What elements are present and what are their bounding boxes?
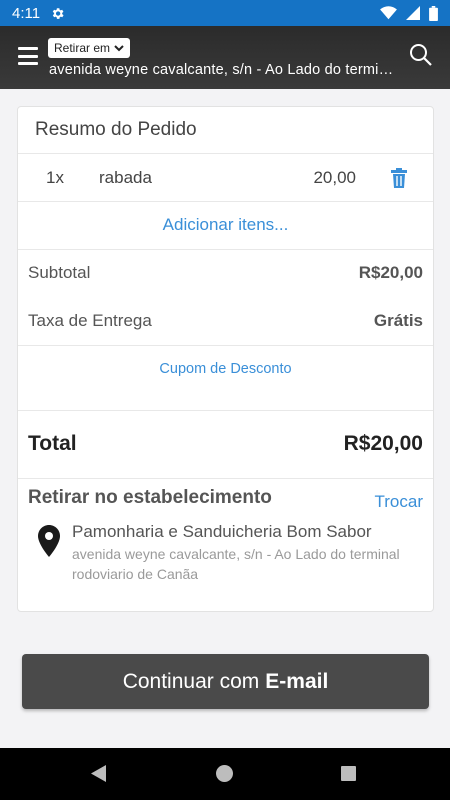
divider <box>18 345 433 346</box>
divider <box>18 410 433 411</box>
store-address: avenida weyne cavalcante, s/n - Ao Lado … <box>72 546 400 582</box>
divider <box>18 201 433 202</box>
divider <box>18 478 433 479</box>
order-summary-title: Resumo do Pedido <box>35 119 197 140</box>
map-pin-icon <box>38 525 60 557</box>
search-icon[interactable] <box>408 42 434 68</box>
subtotal-label: Subtotal <box>28 263 91 282</box>
trash-icon[interactable] <box>390 168 408 188</box>
subtotal-value: R$20,00 <box>358 263 423 282</box>
divider <box>18 249 433 250</box>
header-address[interactable]: avenida weyne cavalcante, s/n - Ao Lado … <box>49 62 401 78</box>
menu-icon[interactable] <box>18 47 38 65</box>
status-bar: 4:11 <box>0 0 450 26</box>
add-items-link[interactable]: Adicionar itens... <box>18 215 433 235</box>
order-summary-card: Resumo do Pedido 1x rabada 20,00 Adicion… <box>17 106 434 612</box>
divider <box>18 153 433 154</box>
home-icon[interactable] <box>216 765 233 782</box>
back-icon[interactable] <box>90 764 107 783</box>
store-name: Pamonharia e Sanduicheria Bom Sabor <box>72 522 372 541</box>
continue-button-method: E-mail <box>265 669 329 693</box>
item-name: rabada <box>99 168 152 187</box>
pickup-title: Retirar no estabelecimento <box>28 487 272 508</box>
discount-coupon-link[interactable]: Cupom de Desconto <box>18 361 433 377</box>
continue-email-button[interactable]: Continuar com E-mail <box>22 654 429 709</box>
continue-button-prefix: Continuar com <box>122 669 260 693</box>
battery-icon <box>429 5 438 21</box>
chevron-down-icon <box>114 45 124 52</box>
app-header: Retirar em avenida weyne cavalcante, s/n… <box>0 26 450 89</box>
swap-store-link[interactable]: Trocar <box>375 492 424 512</box>
item-price: 20,00 <box>313 168 356 187</box>
pickup-mode-select[interactable]: Retirar em <box>48 38 131 58</box>
wifi-icon <box>380 6 397 20</box>
recent-apps-icon[interactable] <box>341 766 356 781</box>
delivery-fee-value: Grátis <box>373 311 423 330</box>
pickup-mode-label: Retirar em <box>54 41 111 55</box>
total-label: Total <box>28 432 77 455</box>
system-nav-bar <box>0 748 450 800</box>
item-quantity: 1x <box>46 168 64 187</box>
signal-icon <box>406 6 420 20</box>
delivery-fee-label: Taxa de Entrega <box>28 311 152 330</box>
gear-icon <box>52 7 64 19</box>
total-value: R$20,00 <box>343 432 423 455</box>
status-time: 4:11 <box>12 4 41 22</box>
